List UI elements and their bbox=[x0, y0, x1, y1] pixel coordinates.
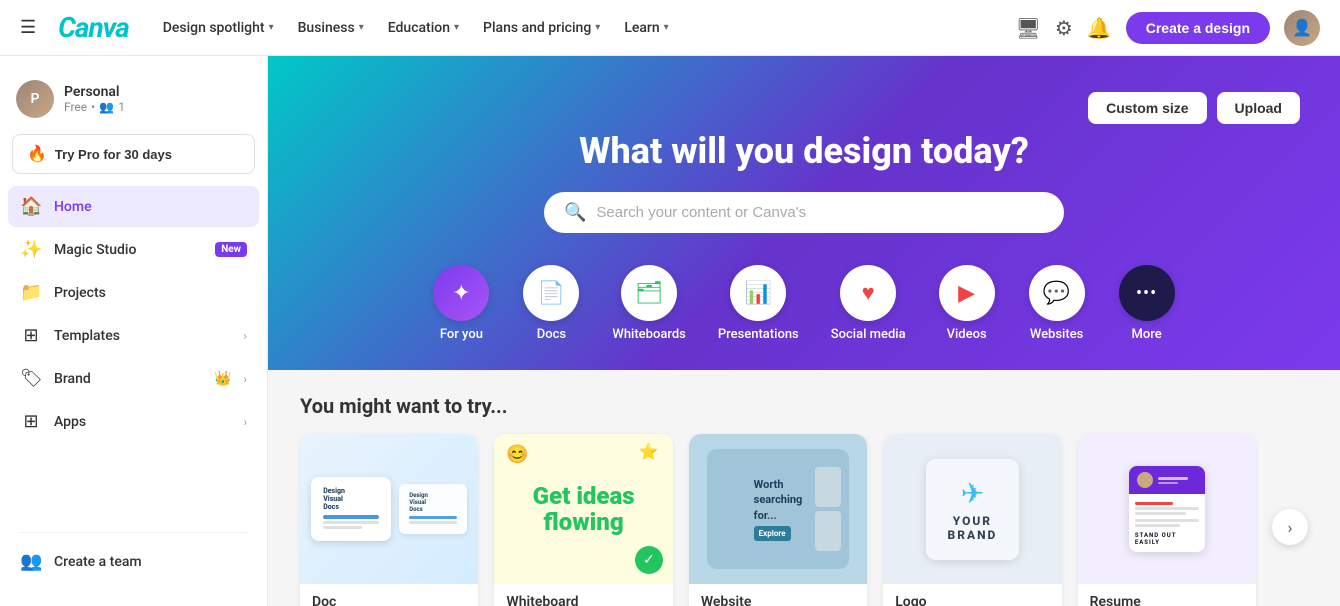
card-website-image: Worthsearchingfor... Explore bbox=[689, 434, 867, 584]
try-title: You might want to try... bbox=[300, 394, 1308, 418]
try-section: You might want to try... DesignVisualDoc… bbox=[268, 370, 1340, 606]
card-resume-image: STAND OUTEASILY bbox=[1078, 434, 1256, 584]
hero-title: What will you design today? bbox=[308, 130, 1300, 172]
card-doc-image: DesignVisualDocs DesignVisualDocs bbox=[300, 434, 478, 584]
card-resume[interactable]: STAND OUTEASILY Resume bbox=[1078, 434, 1256, 606]
crown-icon: 👑 bbox=[214, 371, 231, 387]
card-whiteboard[interactable]: Get ideasflowing 😊 ⭐ ✓ Whiteboard bbox=[494, 434, 672, 606]
chevron-down-icon: ▾ bbox=[269, 22, 274, 33]
topnav: ☰ Canva Design spotlight ▾ Business ▾ Ed… bbox=[0, 0, 1340, 56]
card-website-label: Website bbox=[689, 584, 867, 606]
sidebar-user-info: Personal Free • 👥 1 bbox=[64, 84, 125, 114]
bell-icon[interactable]: 🔔 bbox=[1087, 16, 1112, 40]
card-whiteboard-image: Get ideasflowing 😊 ⭐ ✓ bbox=[494, 434, 672, 584]
presentations-icon: 📊 bbox=[745, 281, 772, 306]
social-media-icon: ♥ bbox=[862, 280, 875, 306]
main-content: Custom size Upload What will you design … bbox=[268, 56, 1340, 606]
projects-icon: 📁 bbox=[20, 282, 42, 303]
hamburger-icon[interactable]: ☰ bbox=[20, 17, 36, 38]
chevron-right-icon: › bbox=[243, 329, 247, 343]
search-bar: 🔍 bbox=[544, 192, 1064, 233]
whiteboards-icon: 🗂 bbox=[635, 281, 663, 306]
chevron-right-icon: › bbox=[243, 415, 247, 429]
card-resume-label: Resume bbox=[1078, 584, 1256, 606]
sidebar-username: Personal bbox=[64, 84, 125, 100]
nav-link-learn[interactable]: Learn ▾ bbox=[614, 14, 678, 42]
category-docs[interactable]: 📄 Docs bbox=[506, 257, 596, 350]
card-logo-label: Logo bbox=[883, 584, 1061, 606]
try-pro-button[interactable]: 🔥 Try Pro for 30 days bbox=[12, 134, 255, 174]
card-website[interactable]: Worthsearchingfor... Explore Website bbox=[689, 434, 867, 606]
create-design-button[interactable]: Create a design bbox=[1126, 12, 1270, 44]
websites-icon: 💬 bbox=[1043, 281, 1070, 306]
category-bar: ✦ For you 📄 Docs 🗂 Whiteboards bbox=[308, 257, 1300, 350]
pro-icon: 🔥 bbox=[27, 144, 47, 164]
chevron-down-icon: ▾ bbox=[454, 22, 459, 33]
chevron-down-icon: ▾ bbox=[595, 22, 600, 33]
cards-container: DesignVisualDocs DesignVisualDocs bbox=[300, 434, 1308, 606]
hero-buttons: Custom size Upload bbox=[308, 92, 1300, 124]
topnav-right: 🖥 ⚙ 🔔 Create a design 👤 bbox=[1016, 10, 1321, 46]
create-team-icon: 👥 bbox=[20, 551, 42, 572]
topnav-links: Design spotlight ▾ Business ▾ Education … bbox=[153, 14, 1016, 42]
more-icon: ••• bbox=[1136, 283, 1157, 304]
card-logo-image: ✈ YOURBRAND bbox=[883, 434, 1061, 584]
sidebar-item-create-team[interactable]: 👥 Create a team bbox=[8, 541, 259, 582]
monitor-icon[interactable]: 🖥 bbox=[1016, 16, 1041, 40]
category-for-you[interactable]: ✦ For you bbox=[416, 257, 506, 350]
category-whiteboards[interactable]: 🗂 Whiteboards bbox=[596, 257, 701, 350]
brand-icon: 🏷 bbox=[20, 368, 42, 389]
search-icon: 🔍 bbox=[564, 202, 586, 223]
upload-button[interactable]: Upload bbox=[1217, 92, 1300, 124]
videos-icon: ▶ bbox=[958, 281, 975, 306]
apps-icon: ⊞ bbox=[20, 411, 42, 432]
card-doc[interactable]: DesignVisualDocs DesignVisualDocs bbox=[300, 434, 478, 606]
magic-studio-icon: ✨ bbox=[20, 239, 42, 260]
category-more[interactable]: ••• More bbox=[1102, 257, 1192, 350]
nav-link-design-spotlight[interactable]: Design spotlight ▾ bbox=[153, 14, 284, 42]
new-badge: New bbox=[215, 242, 247, 257]
nav-link-business[interactable]: Business ▾ bbox=[288, 14, 374, 42]
card-doc-label: Doc bbox=[300, 584, 478, 606]
sidebar: P Personal Free • 👥 1 🔥 Try Pro for 30 d… bbox=[0, 56, 268, 606]
sidebar-user: P Personal Free • 👥 1 bbox=[0, 72, 267, 134]
sidebar-plan: Free • 👥 1 bbox=[64, 100, 125, 114]
sidebar-divider bbox=[20, 532, 247, 533]
logo-area: ☰ Canva bbox=[20, 11, 129, 44]
sidebar-bottom: 👥 Create a team bbox=[0, 524, 267, 590]
hero-section: Custom size Upload What will you design … bbox=[268, 56, 1340, 370]
sidebar-item-templates[interactable]: ⊞ Templates › bbox=[8, 315, 259, 356]
nav-link-plans-pricing[interactable]: Plans and pricing ▾ bbox=[473, 14, 610, 42]
cards-next-button[interactable]: › bbox=[1272, 509, 1308, 545]
sidebar-item-projects[interactable]: 📁 Projects bbox=[8, 272, 259, 313]
category-presentations[interactable]: 📊 Presentations bbox=[702, 257, 815, 350]
docs-icon: 📄 bbox=[538, 281, 565, 306]
chevron-right-icon: › bbox=[243, 372, 247, 386]
sidebar-user-avatar: P bbox=[16, 80, 54, 118]
main-layout: P Personal Free • 👥 1 🔥 Try Pro for 30 d… bbox=[0, 56, 1340, 606]
avatar[interactable]: 👤 bbox=[1284, 10, 1320, 46]
category-videos[interactable]: ▶ Videos bbox=[922, 257, 1012, 350]
follower-icon: 👥 bbox=[99, 100, 114, 114]
chevron-down-icon: ▾ bbox=[359, 22, 364, 33]
sidebar-nav: 🏠 Home ✨ Magic Studio New 📁 Projects ⊞ T… bbox=[0, 186, 267, 442]
card-whiteboard-label: Whiteboard bbox=[494, 584, 672, 606]
category-websites[interactable]: 💬 Websites bbox=[1012, 257, 1102, 350]
category-social-media[interactable]: ♥ Social media bbox=[815, 257, 922, 350]
search-input[interactable] bbox=[596, 204, 1044, 221]
avatar-image: 👤 bbox=[1284, 10, 1320, 46]
sidebar-item-apps[interactable]: ⊞ Apps › bbox=[8, 401, 259, 442]
card-logo[interactable]: ✈ YOURBRAND Logo bbox=[883, 434, 1061, 606]
custom-size-button[interactable]: Custom size bbox=[1088, 92, 1206, 124]
sidebar-item-magic-studio[interactable]: ✨ Magic Studio New bbox=[8, 229, 259, 270]
canva-logo[interactable]: Canva bbox=[58, 11, 129, 44]
sidebar-item-brand[interactable]: 🏷 Brand 👑 › bbox=[8, 358, 259, 399]
home-icon: 🏠 bbox=[20, 196, 42, 217]
chevron-down-icon: ▾ bbox=[664, 22, 669, 33]
for-you-icon: ✦ bbox=[452, 281, 470, 306]
sidebar-item-home[interactable]: 🏠 Home bbox=[8, 186, 259, 227]
nav-link-education[interactable]: Education ▾ bbox=[378, 14, 469, 42]
gear-icon[interactable]: ⚙ bbox=[1055, 16, 1073, 40]
templates-icon: ⊞ bbox=[20, 325, 42, 346]
